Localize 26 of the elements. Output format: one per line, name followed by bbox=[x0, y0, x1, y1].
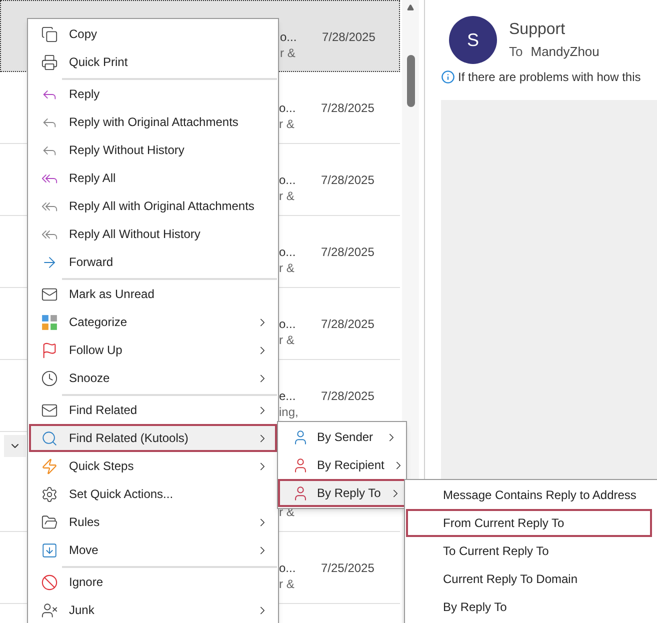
to-label: To bbox=[509, 43, 523, 61]
preview-text: ing, bbox=[279, 404, 300, 420]
sender-name: Support bbox=[509, 20, 566, 40]
subject-text: o... bbox=[279, 172, 297, 188]
subject-text: e... bbox=[279, 388, 297, 404]
date-text: 7/28/2025 bbox=[322, 30, 376, 44]
date-text: 7/28/2025 bbox=[321, 317, 374, 331]
info-message: If there are problems with how this bbox=[458, 69, 641, 86]
date-text: 7/28/2025 bbox=[321, 389, 374, 403]
subject-text: o... bbox=[279, 316, 297, 332]
date-text: 7/28/2025 bbox=[321, 245, 374, 259]
preview-text: r & bbox=[279, 116, 296, 132]
recipient-name: MandyZhou bbox=[530, 43, 600, 61]
preview-text: r & bbox=[279, 576, 296, 592]
preview-text: r & bbox=[279, 260, 296, 276]
subject-text: o... bbox=[279, 560, 297, 576]
subject-text: o... bbox=[280, 29, 298, 45]
date-text: 7/25/2025 bbox=[321, 561, 374, 575]
date-text: 7/28/2025 bbox=[321, 173, 374, 187]
subject-text: o... bbox=[279, 100, 297, 116]
preview-text: r & bbox=[279, 188, 296, 204]
avatar: S bbox=[449, 16, 497, 64]
preview-text: r & bbox=[280, 45, 296, 61]
preview-text: r & bbox=[279, 332, 296, 348]
subject-text: o... bbox=[279, 244, 297, 260]
date-text: 7/28/2025 bbox=[321, 101, 374, 115]
